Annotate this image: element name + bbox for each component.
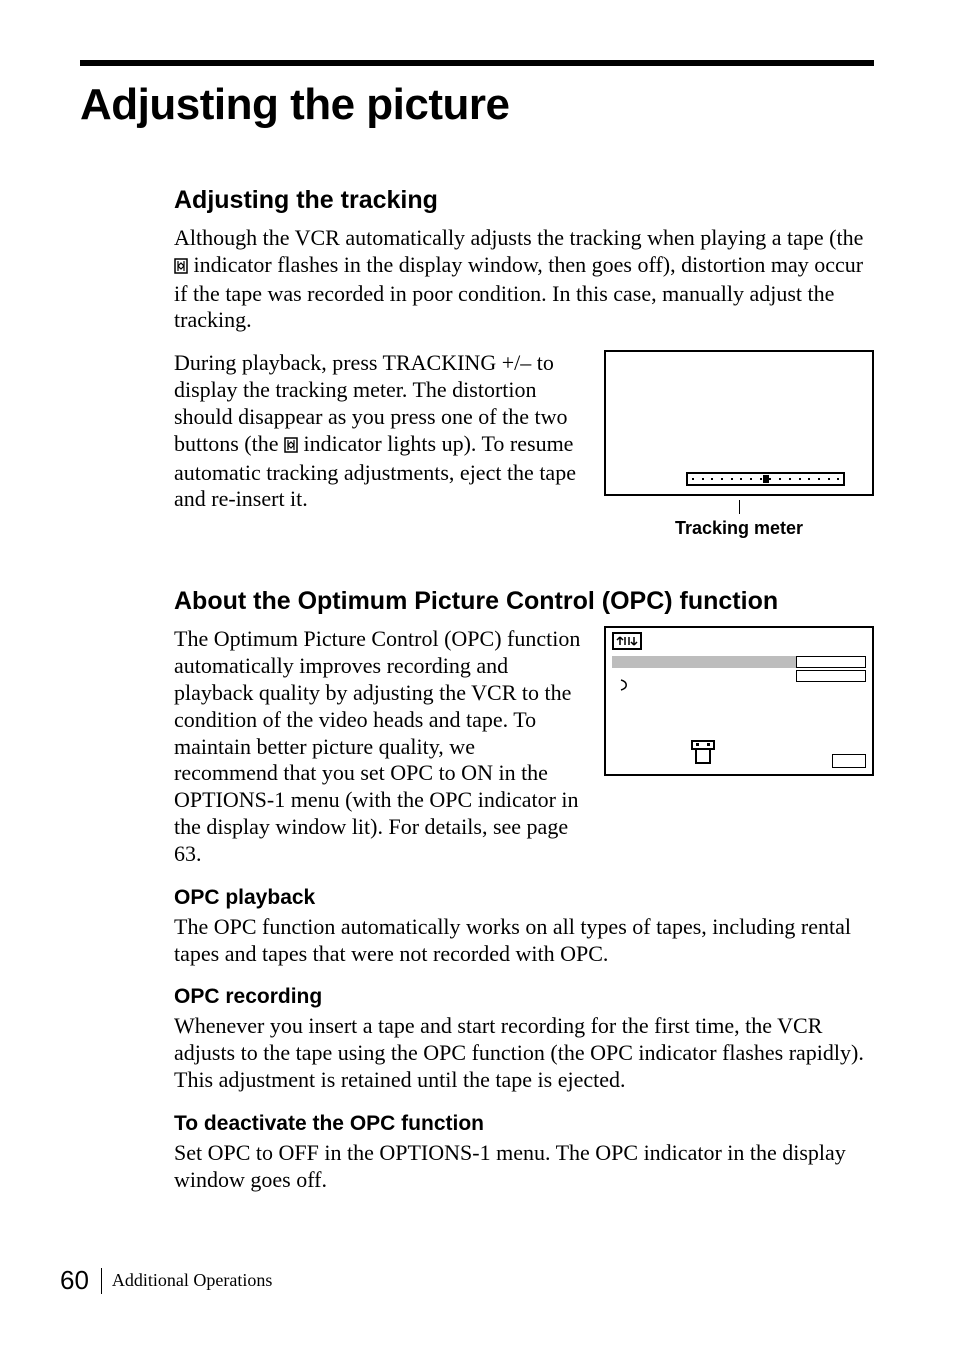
opc-play-indicator bbox=[620, 678, 632, 694]
page-number: 60 bbox=[60, 1265, 99, 1296]
opc-segment-2 bbox=[796, 670, 866, 682]
footer-section-name: Additional Operations bbox=[112, 1270, 272, 1291]
opc-deactivate-heading: To deactivate the OPC function bbox=[174, 1112, 874, 1136]
opc-figure bbox=[604, 626, 874, 776]
tracking-p1-b: indicator flashes in the display window,… bbox=[174, 252, 863, 333]
tracking-figure: Tracking meter bbox=[604, 350, 874, 539]
page-title: Adjusting the picture bbox=[80, 80, 874, 130]
tracking-paragraph-2: During playback, press TRACKING +/– to d… bbox=[174, 350, 584, 513]
opc-segment-1 bbox=[796, 656, 866, 668]
top-rule bbox=[80, 60, 874, 66]
opc-tab-icon bbox=[612, 632, 642, 650]
tracking-heading: Adjusting the tracking bbox=[174, 186, 874, 215]
page-footer: 60 Additional Operations bbox=[60, 1265, 272, 1296]
tracking-screen bbox=[604, 350, 874, 496]
opc-screen bbox=[604, 626, 874, 776]
opc-heading: About the Optimum Picture Control (OPC) … bbox=[174, 587, 874, 616]
opc-playback-heading: OPC playback bbox=[174, 886, 874, 910]
opc-intro: The Optimum Picture Control (OPC) functi… bbox=[174, 626, 584, 867]
tracking-indicator-icon bbox=[174, 254, 188, 281]
cassette-icon bbox=[691, 740, 715, 764]
footer-separator bbox=[101, 1268, 102, 1294]
tracking-p1-a: Although the VCR automatically adjusts t… bbox=[174, 225, 863, 250]
tracking-paragraph-1: Although the VCR automatically adjusts t… bbox=[174, 225, 874, 334]
opc-recording-heading: OPC recording bbox=[174, 985, 874, 1009]
tracking-meter-bar bbox=[686, 472, 846, 486]
tracking-indicator-icon-2 bbox=[284, 433, 298, 460]
opc-deactivate-paragraph: Set OPC to OFF in the OPTIONS-1 menu. Th… bbox=[174, 1140, 874, 1194]
opc-playback-paragraph: The OPC function automatically works on … bbox=[174, 914, 874, 968]
opc-recording-paragraph: Whenever you insert a tape and start rec… bbox=[174, 1013, 874, 1093]
tracking-figure-label: Tracking meter bbox=[604, 518, 874, 539]
tracking-pointer-line bbox=[739, 500, 740, 514]
opc-bottom-box bbox=[832, 754, 866, 768]
